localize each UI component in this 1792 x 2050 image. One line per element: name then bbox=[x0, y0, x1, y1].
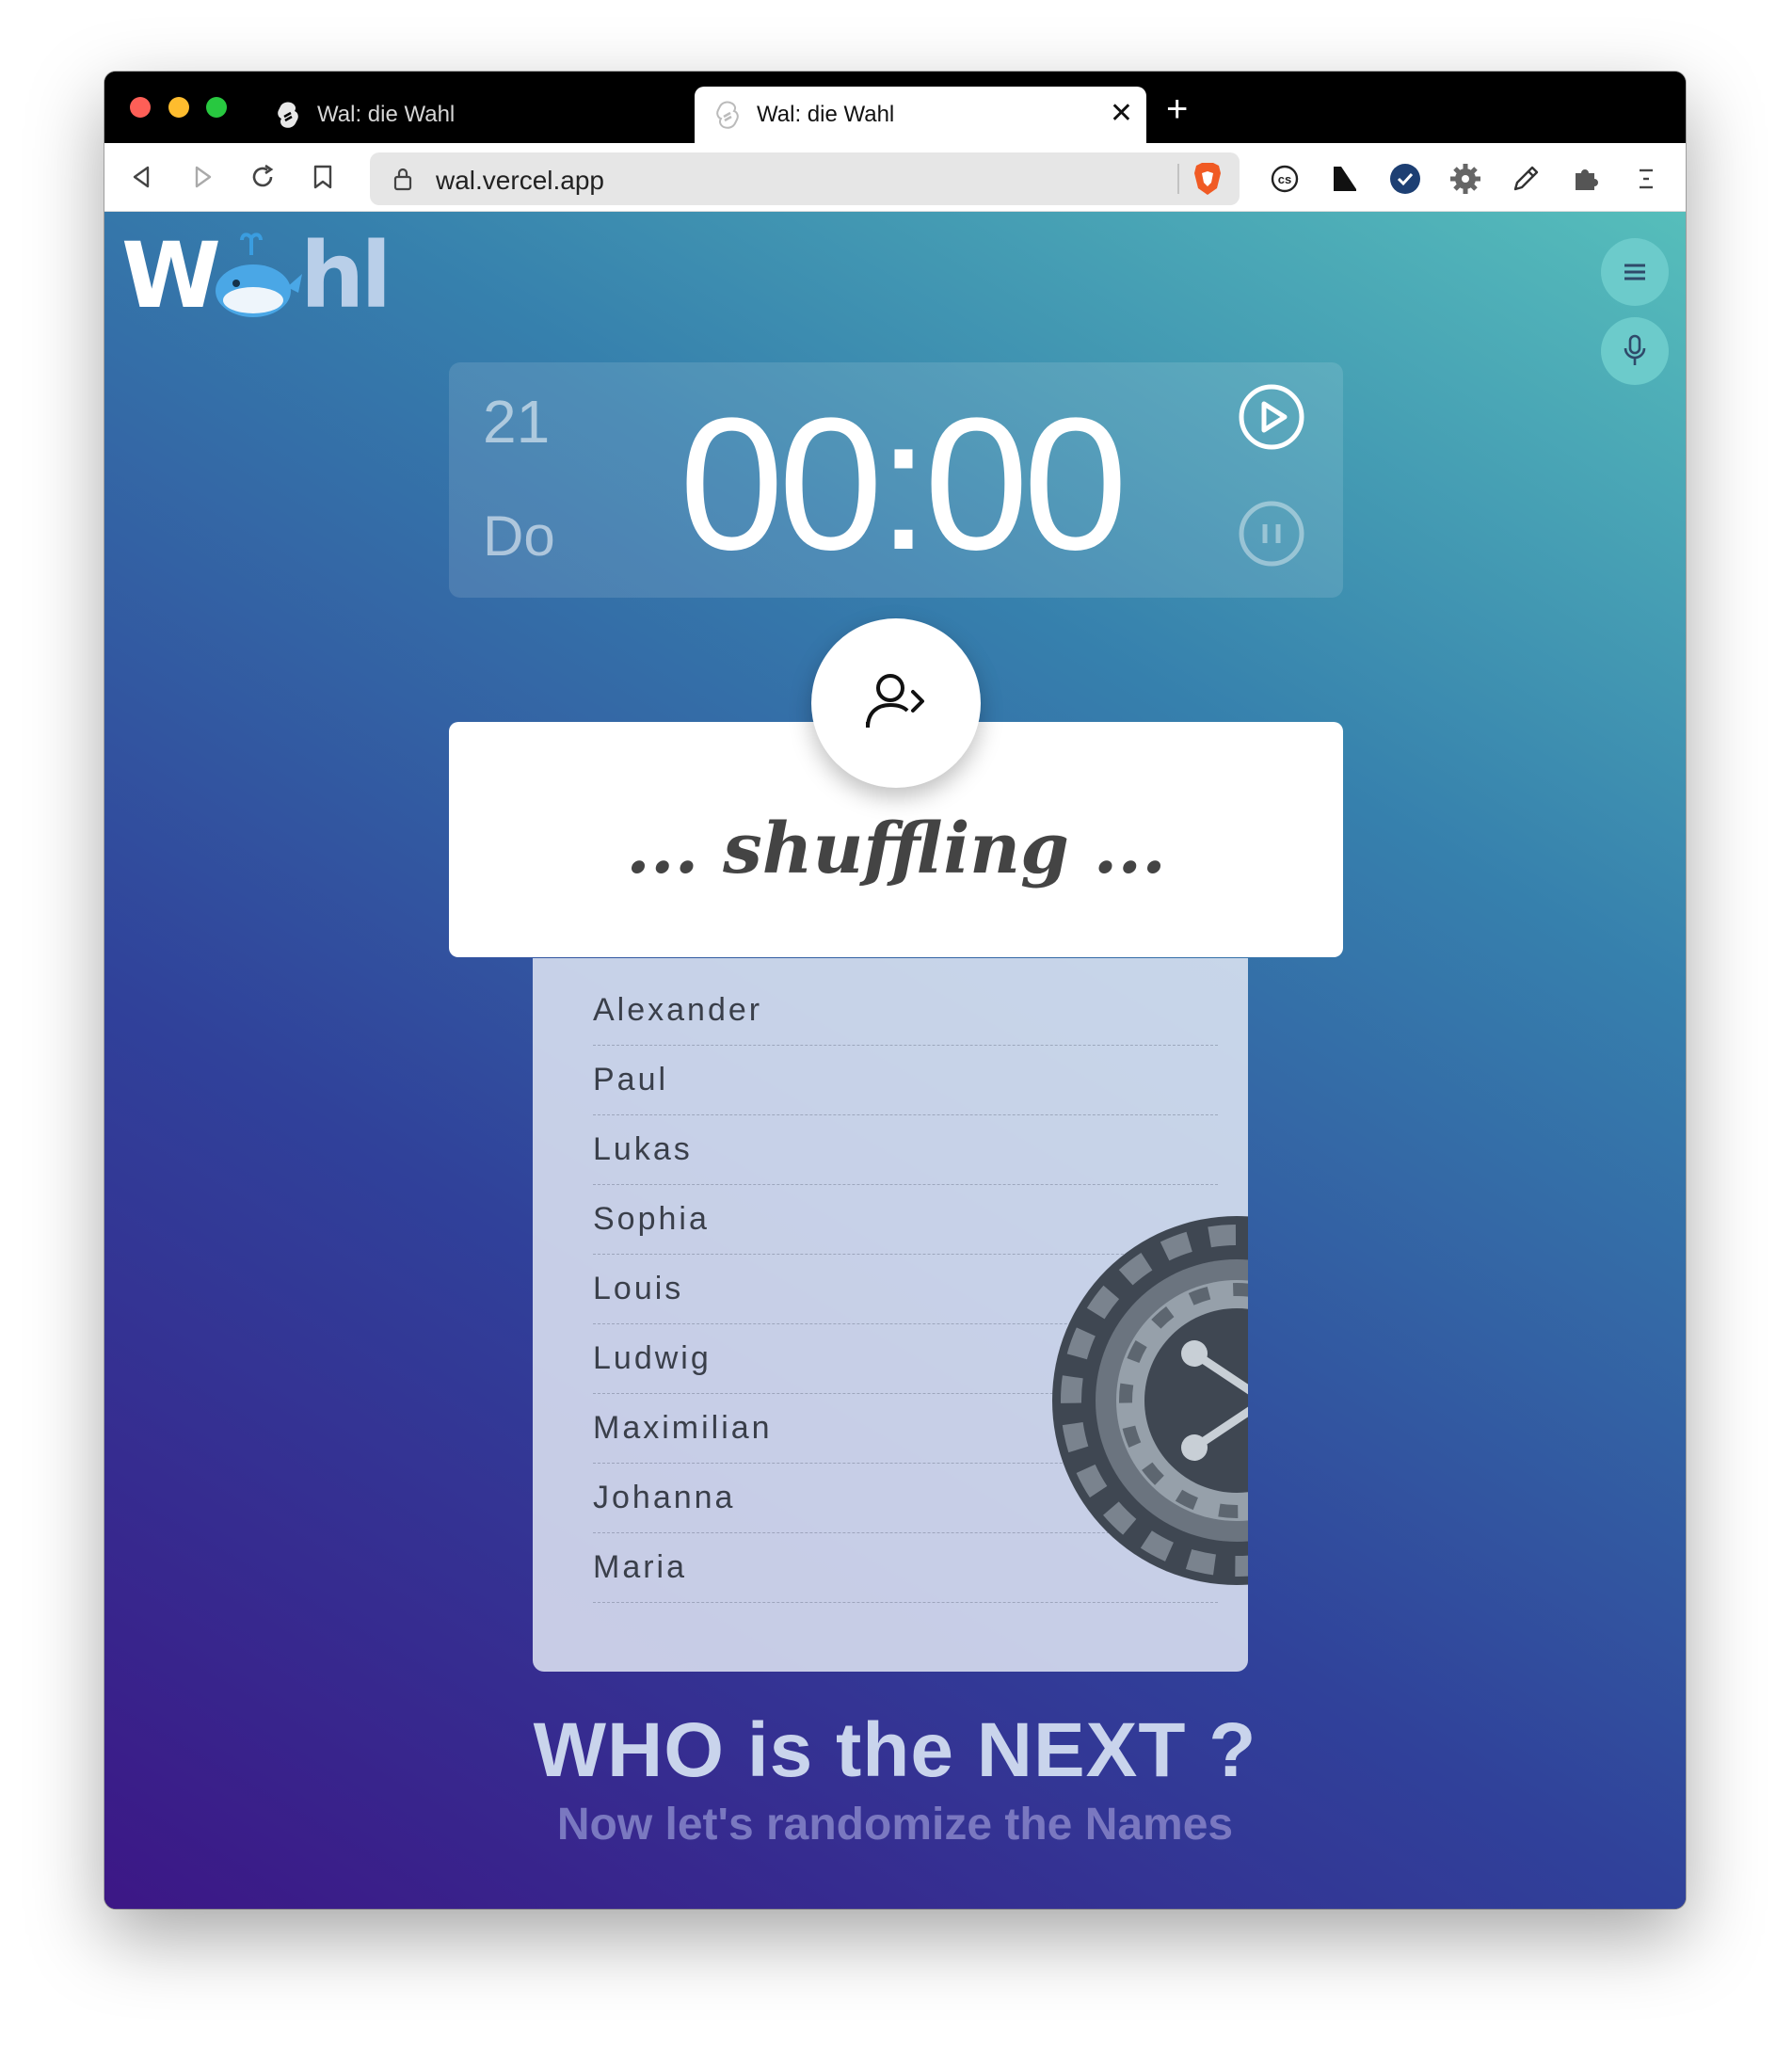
minimize-window-button[interactable] bbox=[168, 97, 189, 118]
name-label: Paul bbox=[593, 1061, 669, 1097]
name-label: Sophia bbox=[593, 1200, 710, 1237]
url-divider bbox=[1177, 164, 1179, 194]
checkmark-extension-icon[interactable] bbox=[1388, 162, 1422, 196]
close-tab-icon[interactable]: ✕ bbox=[1110, 100, 1133, 128]
tab-bar: Wal: die Wahl Wal: die Wahl ✕ + bbox=[104, 72, 1686, 143]
close-window-button[interactable] bbox=[130, 97, 151, 118]
name-label: Lukas bbox=[593, 1130, 693, 1167]
svelte-favicon-icon bbox=[713, 101, 742, 129]
user-next-icon bbox=[866, 674, 924, 729]
pause-button[interactable] bbox=[1238, 500, 1305, 572]
microphone-icon bbox=[1624, 334, 1646, 365]
names-list: Alexander Paul Lukas Sophia Louis Ludwig… bbox=[533, 958, 1248, 1672]
svelte-favicon-icon bbox=[274, 101, 302, 129]
tab-active[interactable]: Wal: die Wahl ✕ bbox=[695, 87, 1146, 143]
hamburger-menu-icon bbox=[1624, 264, 1645, 280]
pause-icon bbox=[1239, 501, 1304, 567]
forward-icon[interactable] bbox=[185, 160, 219, 194]
hamburger-menu-button[interactable] bbox=[1601, 238, 1669, 306]
notion-extension-icon[interactable] bbox=[1328, 162, 1362, 196]
lock-icon bbox=[392, 166, 413, 197]
headline: WHO is the NEXT ? bbox=[533, 1707, 1257, 1793]
shuffle-roulette-button[interactable] bbox=[1048, 1212, 1248, 1594]
name-label: Louis bbox=[593, 1270, 684, 1306]
list-item[interactable]: Lukas bbox=[593, 1114, 1218, 1185]
microphone-button[interactable] bbox=[1601, 317, 1669, 385]
svg-text:cs: cs bbox=[1278, 172, 1291, 186]
extensions-puzzle-icon[interactable] bbox=[1569, 162, 1603, 196]
next-person-button[interactable] bbox=[811, 618, 981, 788]
whale-icon bbox=[210, 231, 304, 326]
logo-letters: hl bbox=[300, 223, 392, 328]
bookmark-icon[interactable] bbox=[306, 160, 340, 194]
menu-icon[interactable] bbox=[1629, 162, 1663, 196]
timer-display: 00:00 bbox=[679, 379, 1128, 589]
browser-window: Wal: die Wahl Wal: die Wahl ✕ + wal.verc… bbox=[104, 72, 1686, 1909]
play-icon bbox=[1239, 384, 1304, 450]
back-icon[interactable] bbox=[125, 160, 159, 194]
name-label: Alexander bbox=[593, 991, 763, 1028]
roulette-wheel-icon bbox=[1052, 1216, 1248, 1585]
reload-icon[interactable] bbox=[246, 160, 280, 194]
app-page: W hl 21 Do 00:00 ... shuffling ... Alexa… bbox=[104, 212, 1686, 1909]
pencil-extension-icon[interactable] bbox=[1509, 162, 1543, 196]
wahl-logo: W hl bbox=[121, 231, 394, 321]
list-item[interactable]: Paul bbox=[593, 1045, 1218, 1115]
name-label: Maria bbox=[593, 1548, 688, 1585]
timer-panel: 21 Do 00:00 bbox=[449, 362, 1343, 598]
tab-inactive[interactable]: Wal: die Wahl bbox=[255, 87, 679, 143]
logo-letter: W bbox=[121, 223, 221, 328]
date-weekday: Do bbox=[483, 504, 555, 568]
url-text: wal.vercel.app bbox=[436, 166, 604, 195]
name-label: Johanna bbox=[593, 1479, 736, 1515]
cs-extension-icon[interactable]: cs bbox=[1268, 162, 1302, 196]
date-day: 21 bbox=[483, 388, 551, 456]
play-button[interactable] bbox=[1238, 383, 1305, 456]
maximize-window-button[interactable] bbox=[206, 97, 227, 118]
name-label: Maximilian bbox=[593, 1409, 773, 1446]
gear-extension-icon[interactable] bbox=[1448, 162, 1482, 196]
address-bar[interactable]: wal.vercel.app bbox=[370, 152, 1240, 205]
new-tab-button[interactable]: + bbox=[1166, 90, 1188, 128]
list-item[interactable]: Alexander bbox=[593, 975, 1218, 1046]
tab-title: Wal: die Wahl bbox=[317, 102, 456, 127]
tab-title: Wal: die Wahl bbox=[757, 102, 895, 127]
shuffle-status: ... shuffling ... bbox=[626, 809, 1166, 889]
subheadline: Now let's randomize the Names bbox=[556, 1800, 1234, 1850]
name-label: Ludwig bbox=[593, 1339, 712, 1376]
brave-shields-icon[interactable] bbox=[1189, 160, 1226, 198]
